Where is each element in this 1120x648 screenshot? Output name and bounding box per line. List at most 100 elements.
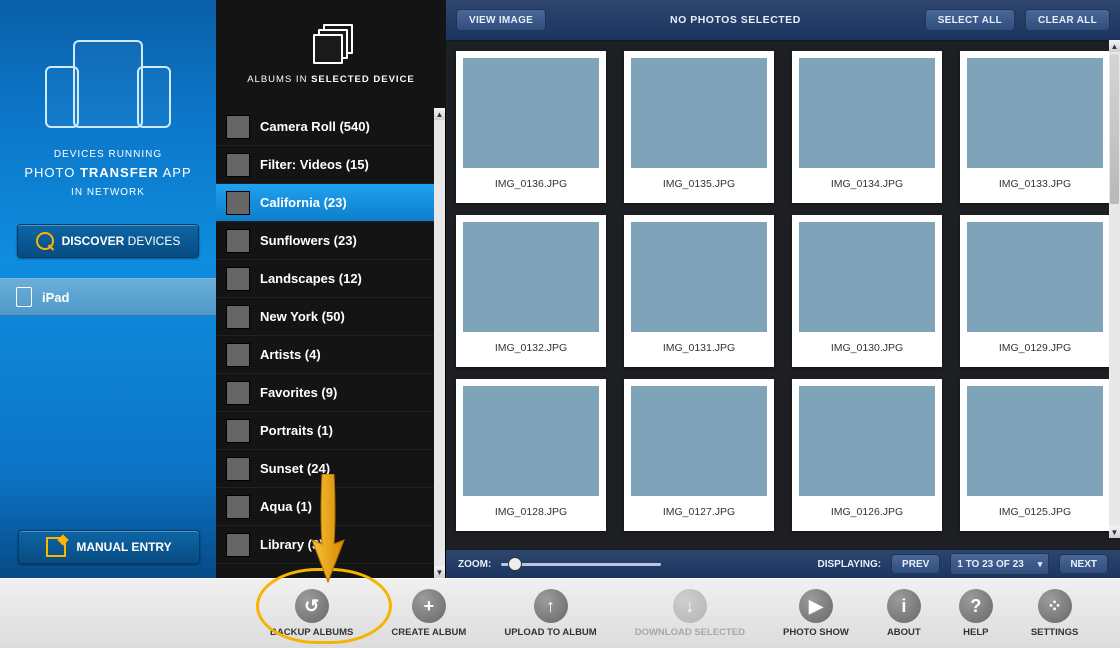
toolbar-settings[interactable]: ⁘ SETTINGS — [1031, 589, 1079, 638]
toolbar-label: SETTINGS — [1031, 627, 1079, 638]
selection-status: NO PHOTOS SELECTED — [556, 14, 915, 26]
photo-grid-panel: VIEW IMAGE NO PHOTOS SELECTED SELECT ALL… — [446, 0, 1120, 578]
device-row-ipad[interactable]: iPad — [0, 278, 216, 316]
albums-scrollbar[interactable] — [434, 108, 445, 578]
toolbar-label: DOWNLOAD SELECTED — [635, 627, 745, 638]
toolbar-icon: ▶ — [799, 589, 833, 623]
photo-thumbnail — [631, 58, 767, 168]
photo-filename: IMG_0130.JPG — [831, 342, 903, 354]
prev-page-button[interactable]: PREV — [891, 554, 940, 574]
album-item[interactable]: Landscapes (12) — [216, 260, 445, 298]
photo-thumbnail — [967, 222, 1103, 332]
toolbar-download-selected: ↓DOWNLOAD SELECTED — [635, 589, 745, 638]
album-item[interactable]: Sunflowers (23) — [216, 222, 445, 260]
album-item[interactable]: Library (3) — [216, 526, 445, 564]
select-all-button[interactable]: SELECT ALL — [925, 9, 1015, 31]
photo-filename: IMG_0128.JPG — [495, 506, 567, 518]
album-item[interactable]: Filter: Videos (15) — [216, 146, 445, 184]
next-page-button[interactable]: NEXT — [1059, 554, 1108, 574]
zoom-label: ZOOM: — [458, 559, 491, 570]
photo-card[interactable]: IMG_0130.JPG — [792, 215, 942, 367]
album-item[interactable]: Artists (4) — [216, 336, 445, 374]
toolbar-label: ABOUT — [887, 627, 921, 638]
toolbar-icon: + — [412, 589, 446, 623]
album-thumb-icon — [226, 153, 250, 177]
photo-card[interactable]: IMG_0131.JPG — [624, 215, 774, 367]
photo-filename: IMG_0133.JPG — [999, 178, 1071, 190]
toolbar-label: PHOTO SHOW — [783, 627, 849, 638]
scroll-up-icon[interactable]: ▲ — [1109, 40, 1120, 52]
album-item-label: Filter: Videos (15) — [260, 157, 369, 172]
toolbar-help[interactable]: ?HELP — [959, 589, 993, 638]
toolbar-label: HELP — [963, 627, 988, 638]
album-item[interactable]: California (23) — [216, 184, 445, 222]
scroll-thumb[interactable] — [1110, 54, 1119, 204]
albums-stack-icon — [311, 24, 351, 64]
album-thumb-icon — [226, 267, 250, 291]
toolbar-icon: ↑ — [534, 589, 568, 623]
photo-card[interactable]: IMG_0136.JPG — [456, 51, 606, 203]
photo-card[interactable]: IMG_0126.JPG — [792, 379, 942, 531]
album-item-label: Camera Roll (540) — [260, 119, 370, 134]
toolbar-backup-albums[interactable]: ↺BACKUP ALBUMS — [270, 589, 353, 638]
toolbar-icon: ⁘ — [1038, 589, 1072, 623]
album-item[interactable]: Portraits (1) — [216, 412, 445, 450]
displaying-label: DISPLAYING: — [818, 559, 882, 570]
photo-filename: IMG_0134.JPG — [831, 178, 903, 190]
album-thumb-icon — [226, 229, 250, 253]
albums-panel: ALBUMS IN SELECTED DEVICE ▲ ▼ Camera Rol… — [216, 0, 446, 578]
scroll-down-icon[interactable]: ▼ — [1109, 526, 1120, 538]
photo-card[interactable]: IMG_0135.JPG — [624, 51, 774, 203]
photo-thumbnail — [799, 222, 935, 332]
photo-card[interactable]: IMG_0133.JPG — [960, 51, 1110, 203]
device-list: iPad — [0, 278, 216, 316]
album-item[interactable]: Camera Roll (540) — [216, 108, 445, 146]
bottom-toolbar: ↺BACKUP ALBUMS + CREATE ALBUM ↑UPLOAD TO AL… — [0, 578, 1120, 648]
photo-thumbnail — [631, 386, 767, 496]
album-item[interactable]: New York (50) — [216, 298, 445, 336]
photo-filename: IMG_0136.JPG — [495, 178, 567, 190]
toolbar-about[interactable]: iABOUT — [887, 589, 921, 638]
photo-card[interactable]: IMG_0128.JPG — [456, 379, 606, 531]
album-item[interactable]: Sunset (24) — [216, 450, 445, 488]
photo-card[interactable]: IMG_0127.JPG — [624, 379, 774, 531]
scroll-down-icon[interactable]: ▼ — [434, 566, 445, 578]
grid-scrollbar[interactable]: ▲ ▼ — [1109, 40, 1120, 538]
albums-header: ALBUMS IN SELECTED DEVICE — [216, 0, 446, 108]
sidebar-title: DEVICES RUNNING PHOTO TRANSFER APP IN NE… — [24, 146, 191, 202]
photo-filename: IMG_0126.JPG — [831, 506, 903, 518]
page-range-select[interactable]: 1 TO 23 OF 23 — [950, 553, 1049, 575]
album-item-label: Portraits (1) — [260, 423, 333, 438]
album-item[interactable]: Favorites (9) — [216, 374, 445, 412]
tablet-icon — [16, 287, 32, 307]
album-item-label: Artists (4) — [260, 347, 321, 362]
toolbar-label: CREATE ALBUM — [391, 627, 466, 638]
photo-filename: IMG_0132.JPG — [495, 342, 567, 354]
photo-thumbnail — [631, 222, 767, 332]
scroll-up-icon[interactable]: ▲ — [434, 108, 445, 120]
toolbar-photo-show[interactable]: ▶ PHOTO SHOW — [783, 589, 849, 638]
album-item[interactable]: Aqua (1) — [216, 488, 445, 526]
photo-thumbnail — [463, 386, 599, 496]
photo-card[interactable]: IMG_0132.JPG — [456, 215, 606, 367]
thumbnail-grid: IMG_0136.JPG IMG_0135.JPG IMG_0134.JPG IMG_… — [446, 41, 1120, 549]
photo-thumbnail — [463, 58, 599, 168]
photo-card[interactable]: IMG_0129.JPG — [960, 215, 1110, 367]
photo-card[interactable]: IMG_0134.JPG — [792, 51, 942, 203]
album-thumb-icon — [226, 533, 250, 557]
view-image-button[interactable]: VIEW IMAGE — [456, 9, 546, 31]
photo-filename: IMG_0129.JPG — [999, 342, 1071, 354]
manual-entry-button[interactable]: MANUAL ENTRY — [18, 530, 200, 564]
zoom-slider[interactable] — [501, 563, 661, 566]
photo-filename: IMG_0127.JPG — [663, 506, 735, 518]
toolbar-upload-to-album[interactable]: ↑UPLOAD TO ALBUM — [504, 589, 596, 638]
clear-all-button[interactable]: CLEAR ALL — [1025, 9, 1110, 31]
photo-filename: IMG_0131.JPG — [663, 342, 735, 354]
photo-filename: IMG_0135.JPG — [663, 178, 735, 190]
toolbar-create-album[interactable]: + CREATE ALBUM — [391, 589, 466, 638]
album-item-label: Favorites (9) — [260, 385, 337, 400]
toolbar-label: BACKUP ALBUMS — [270, 627, 353, 638]
photo-thumbnail — [967, 58, 1103, 168]
discover-devices-button[interactable]: DISCOVER DEVICES — [17, 224, 199, 258]
photo-card[interactable]: IMG_0125.JPG — [960, 379, 1110, 531]
